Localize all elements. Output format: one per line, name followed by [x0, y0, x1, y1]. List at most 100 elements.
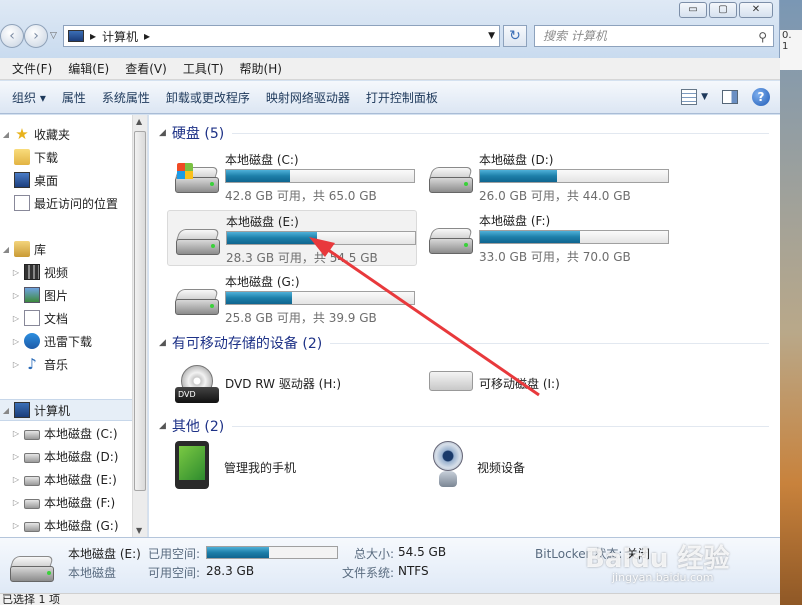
collapse-arrow-icon[interactable]: ◢ [0, 406, 12, 415]
collapse-arrow-icon[interactable]: ◢ [159, 421, 166, 431]
forward-button[interactable]: › [24, 24, 48, 48]
drive-tile-e[interactable]: 本地磁盘 (E:) 28.3 GB 可用，共 54.5 GB [167, 210, 417, 266]
group-header-hdd[interactable]: ◢ 硬盘 (5) [159, 123, 769, 143]
nav-libraries[interactable]: ◢ 库 [0, 238, 133, 260]
menu-edit[interactable]: 编辑(E) [60, 60, 117, 77]
nav-label: 文档 [44, 311, 69, 326]
preview-pane-icon[interactable] [722, 90, 738, 104]
nav-item-drive-g[interactable]: ▷ 本地磁盘 (G:) [0, 514, 133, 536]
drive-usage-bar [225, 169, 415, 183]
webcam-icon[interactable] [431, 441, 465, 489]
command-bar: 组织 ▾ 属性 系统属性 卸载或更改程序 映射网络驱动器 打开控制面板 ▼ ? [0, 81, 780, 114]
minimize-button[interactable]: ▭ [679, 2, 707, 18]
used-space-label: 已用空间: [148, 547, 201, 561]
close-button[interactable]: ✕ [739, 2, 773, 18]
baidu-watermark-url: jingyan.baidu.com [612, 571, 714, 584]
breadcrumb-computer[interactable]: 计算机 [102, 28, 138, 45]
nav-item-drive-d[interactable]: ▷ 本地磁盘 (D:) [0, 445, 133, 467]
drive-tile-d[interactable]: 本地磁盘 (D:) 26.0 GB 可用，共 44.0 GB [421, 149, 671, 205]
collapse-arrow-icon[interactable]: ◢ [0, 130, 12, 139]
search-input[interactable]: 搜索 计算机 ⚲ [534, 25, 774, 47]
dvd-drive-icon: DVD [175, 365, 219, 407]
menu-view[interactable]: 查看(V) [117, 60, 175, 77]
group-divider [232, 132, 769, 134]
phone-icon[interactable] [175, 441, 209, 489]
group-title: 硬盘 (5) [171, 126, 225, 142]
map-network-drive-button[interactable]: 映射网络驱动器 [258, 89, 358, 106]
expand-arrow-icon[interactable]: ▷ [10, 452, 22, 461]
history-dropdown-icon[interactable]: ▽ [50, 31, 57, 41]
system-properties-button[interactable]: 系统属性 [94, 89, 158, 106]
menu-help[interactable]: 帮助(H) [232, 60, 290, 77]
xunlei-download-icon [24, 333, 40, 349]
breadcrumb-chevron-icon[interactable]: ▸ [144, 29, 150, 43]
nav-favorites[interactable]: ◢ ★ 收藏夹 [0, 123, 133, 145]
total-size-value: 54.5 GB [398, 545, 447, 559]
expand-arrow-icon[interactable]: ▷ [10, 498, 22, 507]
address-dropdown-icon[interactable]: ▼ [488, 31, 495, 41]
manage-phone-label[interactable]: 管理我的手机 [224, 459, 296, 476]
collapse-arrow-icon[interactable]: ◢ [0, 245, 12, 254]
menu-tools[interactable]: 工具(T) [175, 60, 232, 77]
nav-item-music[interactable]: ▷ ♪ 音乐 [0, 353, 133, 375]
expand-arrow-icon[interactable]: ▷ [10, 268, 22, 277]
expand-arrow-icon[interactable]: ▷ [10, 314, 22, 323]
open-control-panel-button[interactable]: 打开控制面板 [358, 89, 446, 106]
scroll-up-icon[interactable]: ▲ [136, 117, 142, 126]
change-view-icon[interactable] [681, 89, 698, 105]
nav-item-downloads[interactable]: 下载 [0, 146, 133, 168]
drive-name: 本地磁盘 (E:) [226, 215, 299, 229]
drive-tile-g[interactable]: 本地磁盘 (G:) 25.8 GB 可用，共 39.9 GB [167, 271, 417, 327]
expand-arrow-icon[interactable]: ▷ [10, 429, 22, 438]
scroll-down-icon[interactable]: ▼ [136, 526, 142, 535]
nav-label: 本地磁盘 (F:) [44, 495, 116, 510]
refresh-button[interactable]: ↻ [503, 25, 527, 47]
nav-scrollbar[interactable]: ▲ ▼ [132, 115, 147, 537]
drive-tile-f[interactable]: 本地磁盘 (F:) 33.0 GB 可用，共 70.0 GB [421, 210, 671, 266]
collapse-arrow-icon[interactable]: ◢ [159, 338, 166, 348]
group-header-other[interactable]: ◢ 其他 (2) [159, 416, 769, 436]
nav-item-videos[interactable]: ▷ 视频 [0, 261, 133, 283]
uninstall-program-button[interactable]: 卸载或更改程序 [158, 89, 258, 106]
properties-button[interactable]: 属性 [54, 89, 94, 106]
nav-item-recent[interactable]: 最近访问的位置 [0, 192, 133, 214]
nav-item-drive-e[interactable]: ▷ 本地磁盘 (E:) [0, 468, 133, 490]
view-dropdown-icon[interactable]: ▼ [701, 92, 708, 102]
drive-tile-dvd[interactable]: DVD DVD RW 驱动器 (H:) [167, 357, 417, 413]
drive-tile-c[interactable]: 本地磁盘 (C:) 42.8 GB 可用，共 65.0 GB [167, 149, 417, 205]
expand-arrow-icon[interactable]: ▷ [10, 291, 22, 300]
file-system-value: NTFS [398, 564, 429, 578]
drive-usage-fill [226, 170, 290, 182]
drive-tile-usb[interactable]: 可移动磁盘 (I:) [421, 357, 671, 413]
address-bar[interactable]: ▸ 计算机 ▸ ▼ [63, 25, 500, 47]
collapse-arrow-icon[interactable]: ◢ [159, 128, 166, 138]
nav-item-drive-f[interactable]: ▷ 本地磁盘 (F:) [0, 491, 133, 513]
nav-item-pictures[interactable]: ▷ 图片 [0, 284, 133, 306]
expand-arrow-icon[interactable]: ▷ [10, 337, 22, 346]
nav-label: 计算机 [34, 403, 71, 418]
expand-arrow-icon[interactable]: ▷ [10, 360, 22, 369]
search-icon[interactable]: ⚲ [758, 27, 767, 47]
expand-arrow-icon[interactable]: ▷ [10, 521, 22, 530]
drive-usage-bar [479, 169, 669, 183]
menu-file[interactable]: 文件(F) [4, 60, 60, 77]
breadcrumb-chevron-icon[interactable]: ▸ [90, 29, 96, 43]
back-button[interactable]: ‹ [0, 24, 24, 48]
video-device-label[interactable]: 视频设备 [477, 459, 525, 476]
nav-item-documents[interactable]: ▷ 文档 [0, 307, 133, 329]
details-usage-bar [206, 546, 338, 559]
scroll-thumb[interactable] [134, 131, 146, 491]
expand-arrow-icon[interactable]: ▷ [10, 475, 22, 484]
help-icon[interactable]: ? [752, 88, 770, 106]
organize-button[interactable]: 组织 ▾ [4, 89, 54, 106]
group-header-removable[interactable]: ◢ 有可移动存储的设备 (2) [159, 333, 769, 353]
file-system-label: 文件系统: [342, 566, 395, 580]
free-space-label: 可用空间: [148, 566, 201, 580]
nav-item-drive-c[interactable]: ▷ 本地磁盘 (C:) [0, 422, 133, 444]
nav-item-desktop[interactable]: 桌面 [0, 169, 133, 191]
maximize-button[interactable]: ▢ [709, 2, 737, 18]
nav-computer[interactable]: ◢ 计算机 [0, 399, 133, 421]
window-controls: ▭ ▢ ✕ [679, 2, 773, 18]
computer-icon [14, 402, 30, 418]
nav-item-xunlei[interactable]: ▷ 迅雷下载 [0, 330, 133, 352]
